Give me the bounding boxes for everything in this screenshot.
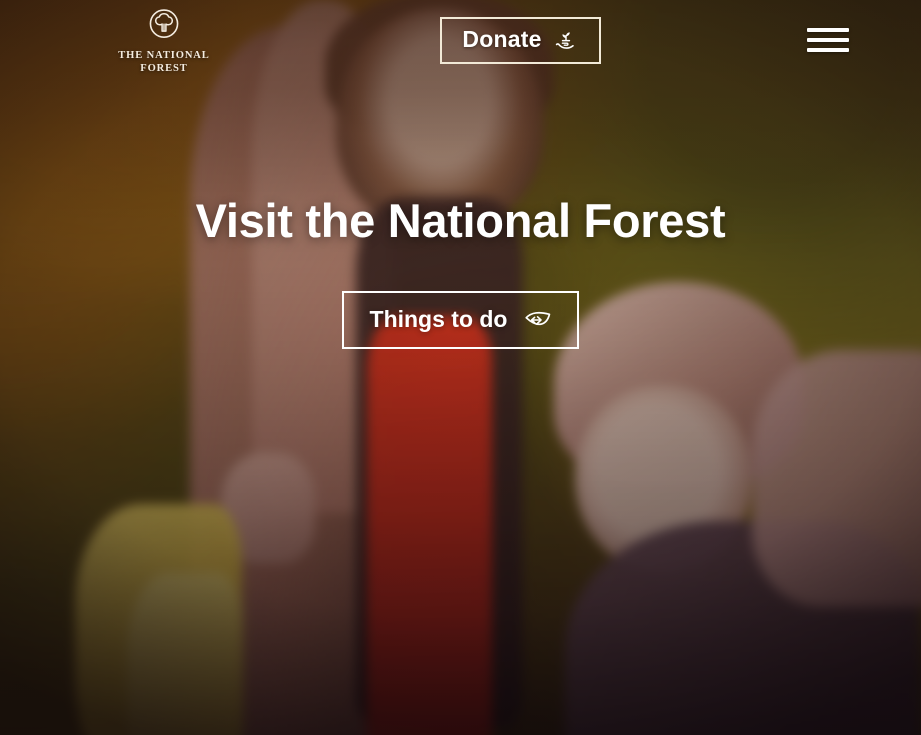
leaf-arrow-icon: [523, 309, 551, 331]
logo-line-2: FOREST: [140, 62, 188, 74]
cta-label: Things to do: [369, 306, 508, 333]
hero-carousel: THE NATIONAL FOREST Donate Visit the Nat…: [0, 0, 921, 735]
burger-bar-3: [807, 48, 849, 52]
hand-holding-seedling-icon: [553, 27, 579, 53]
carousel-controls: [0, 615, 921, 735]
burger-bar-1: [807, 28, 849, 32]
logo-wordmark: THE NATIONAL FOREST: [118, 50, 209, 75]
site-header: THE NATIONAL FOREST Donate: [0, 0, 921, 80]
hamburger-menu-icon[interactable]: [807, 25, 849, 55]
burger-bar-2: [807, 38, 849, 42]
hero-title: Visit the National Forest: [195, 194, 726, 247]
hero-content: Visit the National Forest Things to do: [0, 194, 921, 350]
logo-line-1: THE NATIONAL: [118, 50, 210, 62]
donate-area: Donate: [234, 16, 807, 64]
donate-label: Donate: [462, 26, 542, 52]
donate-button[interactable]: Donate: [440, 16, 601, 64]
site-logo[interactable]: THE NATIONAL FOREST: [94, 5, 234, 75]
tree-in-circle-icon: [143, 5, 185, 47]
things-to-do-button[interactable]: Things to do: [341, 291, 580, 350]
